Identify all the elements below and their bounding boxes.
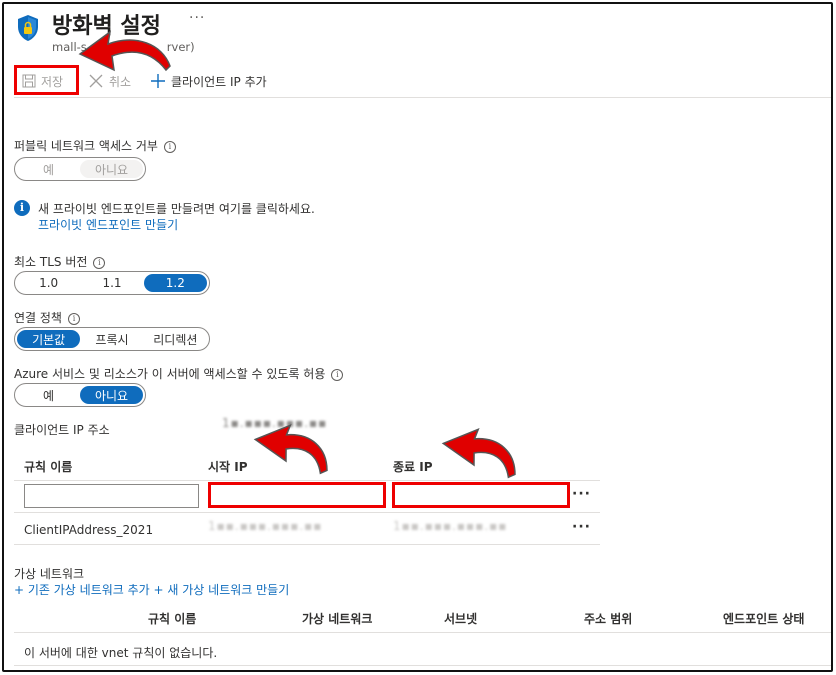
private-endpoint-link[interactable]: 프라이빗 엔드포인트 만들기 <box>38 216 178 233</box>
shield-lock-icon <box>18 15 38 41</box>
info-icon[interactable]: i <box>67 313 80 325</box>
public-access-option-yes[interactable]: 예 <box>17 160 80 178</box>
connection-policy-label-text: 연결 정책 <box>14 311 62 325</box>
save-button[interactable]: 저장 <box>22 70 63 92</box>
info-icon[interactable]: i <box>93 257 106 269</box>
private-endpoint-message: 새 프라이빗 엔드포인트를 만들려면 여기를 클릭하세요. <box>38 202 315 216</box>
rule-name-cell: ClientIPAddress_2021 <box>24 523 154 537</box>
end-ip-input[interactable] <box>392 482 570 508</box>
info-circle-icon: i <box>14 200 30 216</box>
public-access-toggle[interactable]: 예 아니요 <box>14 157 146 181</box>
azure-services-label: Azure 서비스 및 리소스가 이 서버에 액세스할 수 있도록 허용 i <box>14 365 344 382</box>
row-more-button[interactable]: ··· <box>572 519 591 535</box>
column-header-rule-name: 규칙 이름 <box>24 460 73 474</box>
row-more-button[interactable]: ··· <box>572 486 591 502</box>
add-client-ip-label: 클라이언트 IP 추가 <box>171 74 267 89</box>
vnet-table-divider <box>14 665 831 666</box>
more-icon[interactable]: ··· <box>189 10 205 26</box>
info-icon[interactable]: i <box>331 369 344 381</box>
info-icon[interactable]: i <box>163 141 176 153</box>
firewall-settings-panel: 방화벽 설정 ··· mall-s rver) 저장 취소 클라이언트 IP 추가… <box>2 2 833 672</box>
column-header-start-ip: 시작 IP <box>208 460 248 474</box>
vnet-column-rule-name: 규칙 이름 <box>148 612 197 626</box>
curved-arrow-icon <box>253 424 328 475</box>
azure-services-option-yes[interactable]: 예 <box>17 386 80 404</box>
curved-arrow-icon <box>78 30 171 72</box>
azure-services-toggle[interactable]: 예 아니요 <box>14 383 146 407</box>
curved-arrow-icon <box>441 428 516 479</box>
vnet-column-address-range: 주소 범위 <box>584 612 633 626</box>
vnet-column-endpoint-status: 엔드포인트 상태 <box>723 612 805 626</box>
public-access-label: 퍼블릭 네트워크 액세스 거부 i <box>14 137 176 154</box>
vnet-table-divider <box>14 632 831 633</box>
column-header-end-ip: 종료 IP <box>393 460 433 474</box>
public-access-option-no[interactable]: 아니요 <box>80 160 143 178</box>
toolbar-divider <box>14 97 831 98</box>
add-existing-vnet-link[interactable]: + 기존 가상 네트워크 추가 <box>14 583 150 597</box>
tls-option-1-2[interactable]: 1.2 <box>143 274 207 292</box>
azure-services-label-text: Azure 서비스 및 리소스가 이 서버에 액세스할 수 있도록 허용 <box>14 367 326 381</box>
start-ip-cell: 1▪▪.▪▪▪.▪▪▪.▪▪ <box>208 519 323 533</box>
azure-services-option-no[interactable]: 아니요 <box>80 386 143 404</box>
table-divider <box>14 480 600 481</box>
add-new-vnet-link[interactable]: + 새 가상 네트워크 만들기 <box>154 583 290 597</box>
vnet-links: + 기존 가상 네트워크 추가 + 새 가상 네트워크 만들기 <box>14 581 289 598</box>
tls-label-text: 최소 TLS 버전 <box>14 255 88 269</box>
save-icon <box>22 74 36 88</box>
connection-policy-option-default[interactable]: 기본값 <box>17 330 81 348</box>
table-divider <box>14 544 600 545</box>
start-ip-input[interactable] <box>208 482 386 508</box>
client-ip-label: 클라이언트 IP 주소 <box>14 423 110 437</box>
connection-policy-toggle[interactable]: 기본값 프록시 리디렉션 <box>14 327 210 351</box>
tls-version-toggle[interactable]: 1.0 1.1 1.2 <box>14 271 210 295</box>
save-label: 저장 <box>41 74 64 89</box>
public-access-label-text: 퍼블릭 네트워크 액세스 거부 <box>14 139 158 153</box>
connection-policy-option-proxy[interactable]: 프록시 <box>80 330 143 348</box>
tls-option-1-0[interactable]: 1.0 <box>17 274 80 292</box>
vnet-column-vnet: 가상 네트워크 <box>302 612 373 626</box>
rule-name-input[interactable] <box>24 484 199 508</box>
tls-label: 최소 TLS 버전 i <box>14 253 106 270</box>
connection-policy-option-redirect[interactable]: 리디렉션 <box>144 330 207 348</box>
tls-option-1-1[interactable]: 1.1 <box>80 274 143 292</box>
vnet-column-subnet: 서브넷 <box>444 612 478 626</box>
vnet-section-label: 가상 네트워크 <box>14 567 85 581</box>
end-ip-cell: 1▪▪.▪▪▪.▪▪▪.▪▪ <box>393 519 508 533</box>
connection-policy-label: 연결 정책 i <box>14 309 80 326</box>
table-divider <box>14 512 600 513</box>
vnet-empty-message: 이 서버에 대한 vnet 규칙이 없습니다. <box>24 646 218 660</box>
